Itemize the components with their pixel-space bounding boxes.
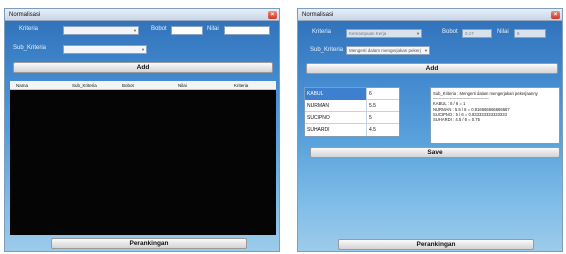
data-grid[interactable]: Nama Sub_Kriteria Bobot Nilai Kriteria	[10, 81, 276, 235]
sub-kriteria-value: Mengerti dalam mengerjakan pekerj	[349, 48, 421, 53]
sub-kriteria-label: Sub_Kriteria	[310, 47, 344, 53]
table-row[interactable]: SUHARDI 4.5	[305, 124, 399, 136]
chevron-down-icon: ▼	[133, 28, 137, 33]
chevron-down-icon: ▼	[416, 31, 420, 36]
kriteria-label: Kriteria	[19, 26, 39, 32]
column-header[interactable]: Nama	[16, 81, 28, 90]
column-header[interactable]: Nilai	[178, 81, 187, 90]
nilai-label: Nilai	[207, 26, 219, 32]
nilai-label: Nilai	[497, 29, 509, 35]
grid-header: Nama Sub_Kriteria Bobot Nilai Kriteria	[10, 81, 276, 90]
sub-kriteria-select[interactable]: ▼	[63, 45, 147, 54]
table-row[interactable]: NURMAN 5.5	[305, 100, 399, 112]
bobot-label: Bobot	[442, 29, 458, 35]
kriteria-label: Kriteria	[312, 29, 332, 35]
table-row[interactable]: KABUL 6	[305, 88, 399, 100]
nilai-field[interactable]: 6	[514, 29, 546, 38]
sub-kriteria-select[interactable]: Mengerti dalam mengerjakan pekerj ▼	[346, 46, 430, 55]
kriteria-select[interactable]: ▼	[63, 26, 139, 35]
name-cell[interactable]: SUCIPNO	[305, 112, 367, 124]
nilai-field[interactable]	[224, 26, 270, 35]
kriteria-select[interactable]: Kemampuan Kerja ▼	[346, 29, 422, 38]
save-button[interactable]: Save	[310, 147, 560, 158]
normalisasi-table[interactable]: KABUL 6 NURMAN 5.5 SUCIPNO 5 SUHARDI 4.5	[304, 87, 400, 137]
window-title: Normalisasi	[5, 9, 279, 21]
table-row[interactable]: SUCIPNO 5	[305, 112, 399, 124]
name-cell[interactable]: SUHARDI	[305, 124, 367, 136]
name-cell[interactable]: KABUL	[305, 88, 367, 100]
column-header[interactable]: Sub_Kriteria	[72, 81, 97, 90]
kriteria-value: Kemampuan Kerja	[349, 31, 387, 36]
window-title: Normalisasi	[298, 9, 562, 21]
close-icon[interactable]: ×	[551, 11, 560, 19]
perankingan-button[interactable]: Perankingan	[51, 238, 247, 249]
result-textbox[interactable]: Sub_Kriteria : Mengerti dalam mengerjaka…	[430, 87, 560, 144]
column-header[interactable]: Bobot	[122, 81, 134, 90]
name-cell[interactable]: NURMAN	[305, 100, 367, 112]
perankingan-button[interactable]: Perankingan	[338, 239, 534, 250]
value-cell[interactable]: 5.5	[367, 100, 399, 112]
value-cell[interactable]: 5	[367, 112, 399, 124]
add-button[interactable]: Add	[306, 63, 558, 74]
add-button[interactable]: Add	[13, 62, 273, 73]
close-icon[interactable]: ×	[268, 11, 277, 19]
normalisasi-window-filled: Normalisasi × Kriteria Kemampuan Kerja ▼…	[297, 8, 563, 252]
column-header[interactable]: Kriteria	[234, 81, 248, 90]
chevron-down-icon: ▼	[424, 48, 428, 53]
sub-kriteria-label: Sub_Kriteria	[13, 45, 47, 51]
bobot-field[interactable]	[171, 26, 203, 35]
result-line: SUHARDI : 4.5 / 6 = 0.75	[433, 117, 480, 123]
chevron-down-icon: ▼	[141, 47, 145, 52]
value-cell[interactable]: 6	[367, 88, 399, 100]
normalisasi-window-empty: Normalisasi × Kriteria ▼ Bobot Nilai Sub…	[4, 8, 280, 252]
bobot-field[interactable]: 0.17	[462, 29, 492, 38]
bobot-label: Bobot	[151, 26, 167, 32]
value-cell[interactable]: 4.5	[367, 124, 399, 136]
